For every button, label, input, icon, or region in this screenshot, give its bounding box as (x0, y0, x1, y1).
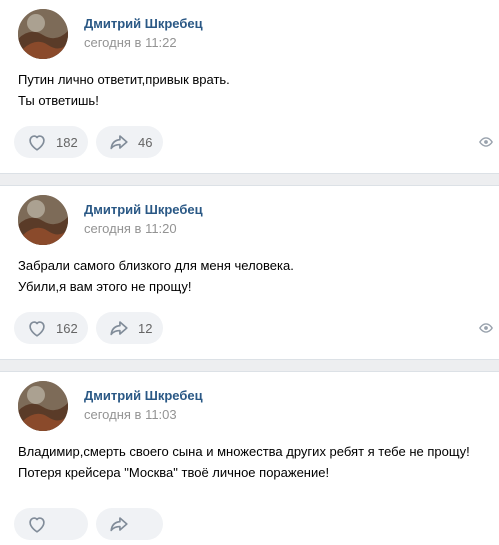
share-arrow-icon (108, 317, 130, 339)
share-button[interactable] (96, 508, 163, 540)
post-text-line: Владимир,смерть своего сына и множества … (18, 444, 470, 459)
like-button[interactable] (14, 508, 88, 540)
heart-outline-icon (26, 513, 48, 535)
post-actions: 162 12 (14, 312, 163, 344)
like-button[interactable]: 182 (14, 126, 88, 158)
post-time[interactable]: сегодня в 11:03 (84, 407, 177, 422)
like-button[interactable]: 162 (14, 312, 88, 344)
share-count: 12 (138, 320, 153, 336)
post-text-line: Убили,я вам этого не прощу! (18, 279, 192, 294)
share-count: 46 (138, 134, 153, 150)
share-button[interactable]: 46 (96, 126, 163, 158)
post: Дмитрий Шкребец сегодня в 11:20 Забрали … (0, 186, 499, 359)
share-arrow-icon (108, 131, 130, 153)
like-count: 182 (56, 134, 78, 150)
post-text-line: Потеря крейсера "Москва" твоё личное пор… (18, 465, 330, 480)
share-button[interactable]: 12 (96, 312, 163, 344)
post-text-line: Забрали самого близкого для меня человек… (18, 258, 294, 273)
post-separator (0, 359, 499, 372)
heart-outline-icon (26, 131, 48, 153)
author-name[interactable]: Дмитрий Шкребец (84, 16, 203, 31)
eye-icon (479, 321, 493, 335)
post-actions: 182 46 (14, 126, 163, 158)
post-time[interactable]: сегодня в 11:20 (84, 221, 177, 236)
post-text: Забрали самого близкого для меня человек… (18, 255, 488, 297)
like-count: 162 (56, 320, 78, 336)
post-separator (0, 173, 499, 186)
news-feed: Дмитрий Шкребец сегодня в 11:22 Путин ли… (0, 0, 499, 545)
post-text-line: Ты ответишь! (18, 93, 99, 108)
post: Дмитрий Шкребец сегодня в 11:03 Владимир… (0, 372, 499, 545)
post-text: Владимир,смерть своего сына и множества … (18, 441, 488, 483)
post: Дмитрий Шкребец сегодня в 11:22 Путин ли… (0, 0, 499, 173)
avatar[interactable] (18, 381, 68, 431)
eye-icon (479, 135, 493, 149)
post-actions (14, 508, 163, 540)
share-arrow-icon (108, 513, 130, 535)
author-name[interactable]: Дмитрий Шкребец (84, 202, 203, 217)
avatar[interactable] (18, 195, 68, 245)
post-text-line: Путин лично ответит,привык врать. (18, 72, 230, 87)
heart-outline-icon (26, 317, 48, 339)
post-time[interactable]: сегодня в 11:22 (84, 35, 177, 50)
post-text: Путин лично ответит,привык врать. Ты отв… (18, 69, 488, 111)
author-name[interactable]: Дмитрий Шкребец (84, 388, 203, 403)
avatar[interactable] (18, 9, 68, 59)
